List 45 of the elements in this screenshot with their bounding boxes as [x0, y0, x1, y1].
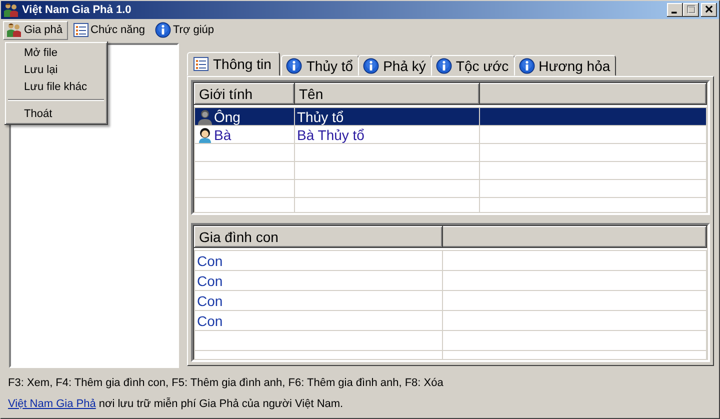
column-header[interactable]: Gia đình con	[194, 226, 442, 248]
menu-item[interactable]: Lưu file khác	[7, 78, 105, 95]
table-cell: Thủy tổ	[294, 108, 480, 126]
table-cell: Con	[194, 290, 442, 311]
menu-item[interactable]: Chức năng	[70, 20, 150, 40]
website-link[interactable]: Việt Nam Gia Phả	[8, 398, 96, 410]
window-title: Việt Nam Gia Phả 1.0	[22, 4, 132, 16]
menu-item[interactable]: Gia phả	[3, 20, 68, 40]
tab[interactable]: Hương hỏa	[514, 55, 616, 76]
tab[interactable]: Tộc ước	[430, 55, 515, 76]
close-icon[interactable]	[701, 3, 717, 17]
column-header[interactable]: Tên	[294, 84, 480, 104]
column-header[interactable]	[442, 226, 706, 248]
info-icon	[518, 58, 535, 74]
list-icon	[72, 22, 89, 38]
tab[interactable]: Thủy tổ	[281, 55, 360, 76]
table-cell: Con	[194, 270, 442, 291]
family-icon	[3, 2, 19, 18]
info-icon	[286, 58, 302, 74]
column-header[interactable]	[480, 84, 706, 104]
menu-item[interactable]: Trợ giúp	[152, 20, 220, 40]
menu-item[interactable]: Mở file	[7, 44, 105, 61]
table-row[interactable]: Ông Thủy tổ	[194, 108, 706, 126]
info-icon	[436, 58, 452, 74]
person-icon	[197, 126, 213, 142]
info-icon	[154, 22, 171, 38]
table-cell: Con	[194, 250, 442, 271]
footer-text: nơi lưu trữ miễn phí Gia Phả của người Việt Nam.	[98, 398, 344, 410]
shortcut-hint: F3: Xem, F4: Thêm gia đình con, F5: Thêm gia đình anh, F6: Thêm gia đình anh, F8: Xóa	[8, 377, 444, 389]
menu-item[interactable]: Thoát	[7, 105, 105, 122]
person-icon	[197, 108, 213, 124]
menu-item[interactable]: Lưu lại	[7, 61, 105, 78]
list-icon	[193, 56, 209, 72]
tab[interactable]: Thông tin	[187, 52, 280, 76]
table-cell: Bà	[214, 126, 232, 142]
maximize-icon[interactable]	[683, 3, 699, 17]
table-cell: Con	[194, 310, 442, 331]
minimize-icon[interactable]	[667, 3, 683, 17]
table-cell: Ông	[214, 108, 240, 124]
table-row[interactable]: Bà Bà Thủy tổ	[194, 126, 706, 144]
column-header[interactable]: Giới tính	[194, 84, 294, 104]
info-icon	[363, 58, 380, 74]
family-icon	[6, 22, 22, 38]
tab[interactable]: Phả ký	[358, 55, 432, 76]
table-cell: Bà Thủy tổ	[294, 126, 480, 144]
